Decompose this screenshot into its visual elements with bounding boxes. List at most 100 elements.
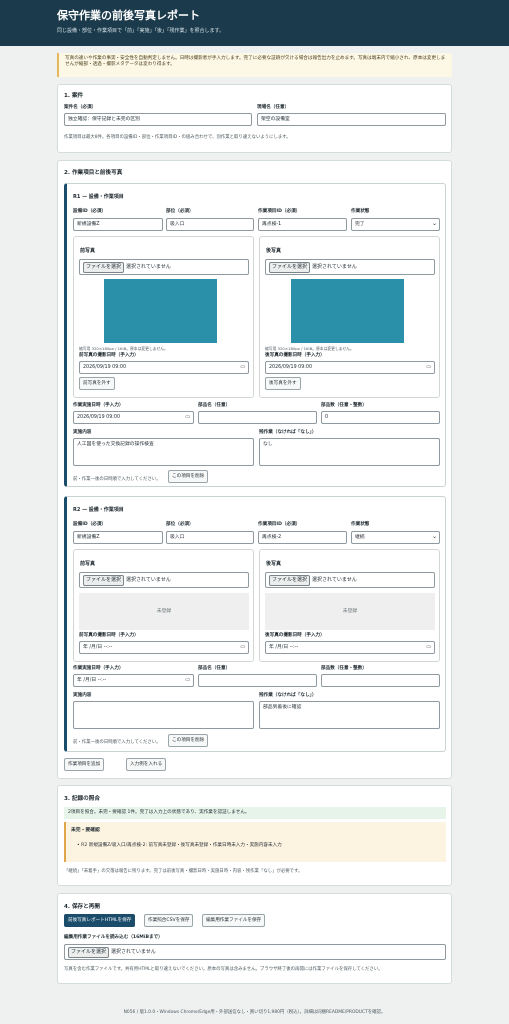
status-select[interactable]: 継続 [351, 531, 440, 544]
items-section: 2. 作業項目と前後写真 R1 — 設備・作業項目 設備ID（必須） 新規設備Z… [57, 160, 452, 779]
parts-name-label: 部品名（任意） [198, 666, 231, 671]
after-date-label: 後写真の撮影日時（手入力） [265, 353, 325, 358]
remove-after-button[interactable]: 後写真を外す [265, 377, 301, 390]
save-csv-button[interactable]: 作業照合CSVを保存 [144, 914, 194, 927]
page-subtitle: 同じ設備・部位・作業項目で「前」「実施」「後」「残作業」を照合します。 [57, 28, 225, 34]
before-date-input[interactable]: 2026/09/19 09:00 [79, 361, 249, 374]
task-input[interactable]: 再点検-2 [258, 531, 347, 544]
choose-file-button[interactable]: ファイルを選択 [83, 575, 125, 586]
work-item-r2: R2 — 設備・作業項目 設備ID（必須） 新規設備Z 部位（必須） 吸入口 作… [64, 496, 446, 752]
choose-file-button[interactable]: ファイルを選択 [68, 947, 110, 958]
part-label: 部位（必須） [166, 522, 194, 527]
status-label: 作業状態 [351, 209, 370, 214]
sample-input-button[interactable]: 入力例を入れる [126, 758, 167, 771]
after-file-input[interactable]: ファイルを選択 選択されていません [265, 259, 435, 275]
after-photo-title: 後写真 [266, 248, 282, 254]
load-file-label: 編集用作業ファイルを読み込む（16MiBまで） [64, 935, 163, 940]
equip-label: 設備ID（必須） [73, 522, 107, 527]
case-name-label: 案件名（必須） [64, 105, 97, 110]
warning-box: 未完・要確認 • R2 新規設備Z/吸入口/再点検-2: 前写真未登録・後写真未… [64, 822, 446, 862]
file-status: 選択されていません [312, 577, 357, 583]
remain-label: 残作業（なければ「なし」） [259, 693, 317, 698]
after-photo-title: 後写真 [266, 561, 282, 567]
before-photo-panel: 前写真 ファイルを選択 選択されていません 未登録 前写真の撮影日時（手入力） 年… [73, 549, 254, 662]
choose-file-button[interactable]: ファイルを選択 [269, 575, 311, 586]
remain-textarea[interactable]: なし [259, 438, 440, 466]
check-summary: 2項目を照合。未完・要確認 1件。完了は入力上の状態であり、実作業を認証しません… [64, 807, 446, 819]
add-item-button[interactable]: 作業項目を追加 [64, 758, 105, 771]
load-file-input[interactable]: ファイルを選択 選択されていません [64, 944, 446, 960]
after-photo-panel: 後写真 ファイルを選択 選択されていません 未登録 後写真の撮影日時（手入力） 年… [259, 549, 440, 662]
before-date-input[interactable]: 年 /月/日 --:-- [79, 641, 249, 654]
before-date-label: 前写真の撮影日時（手入力） [79, 633, 139, 638]
work-date-label: 作業実施日時（手入力） [73, 403, 124, 408]
equip-input[interactable]: 新規設備Z [73, 218, 163, 231]
after-date-input[interactable]: 年 /月/日 --:-- [265, 641, 435, 654]
status-select[interactable]: 完了 [351, 218, 440, 231]
warning-item-text: R2 新規設備Z/吸入口/再点検-2: 前写真未登録・後写真未登録・作業日時未入… [81, 843, 282, 848]
parts-name-label: 部品名（任意） [198, 403, 231, 408]
choose-file-button[interactable]: ファイルを選択 [83, 262, 125, 273]
check-note: 「継続」「未着手」の欠落は報告に残ります。完了は前後写真・撮影日時・実施日時・内… [64, 869, 303, 874]
content-textarea[interactable]: 人工図を使った交換記録の操作検査 [73, 438, 254, 466]
choose-file-button[interactable]: ファイルを選択 [269, 262, 311, 273]
item-footer-note: 前・作業一後の日時順で入力してください。 [73, 477, 161, 482]
after-photo-image [291, 279, 404, 343]
before-photo-title: 前写真 [80, 561, 96, 567]
case-name-input[interactable]: 独立確認：保守記録と未完の区別 [64, 113, 252, 126]
task-label: 作業項目ID（必須） [258, 209, 301, 214]
after-date-input[interactable]: 2026/09/19 09:00 [265, 361, 435, 374]
part-input[interactable]: 吸入口 [166, 218, 254, 231]
content-textarea[interactable] [73, 701, 254, 729]
delete-item-button[interactable]: この項目を削除 [168, 470, 209, 483]
disclaimer-notice: 写真の違いや作業の事実・安全性を自動判定しません。日時は撮影者が手入力します。完… [57, 53, 452, 77]
before-photo-empty: 未登録 [79, 593, 249, 630]
save-section: 4. 保存と再開 前後写真レポートHTMLを保存 作業照合CSVを保存 編集用作… [57, 893, 452, 984]
file-status: 選択されていません [312, 264, 357, 270]
before-photo-image [104, 279, 217, 343]
before-file-input[interactable]: ファイルを選択 選択されていません [79, 259, 249, 275]
part-input[interactable]: 吸入口 [166, 531, 254, 544]
parts-count-label: 部品数（任意・整数） [321, 403, 367, 408]
remain-textarea[interactable]: 部品到着後に確認 [259, 701, 440, 729]
before-file-input[interactable]: ファイルを選択 選択されていません [79, 572, 249, 588]
file-status: 選択されていません [126, 264, 171, 270]
page-footer: N056 / 版1.0.0・Windows Chrome/Edge用・外部送信な… [123, 1010, 386, 1015]
file-status: 選択されていません [126, 577, 171, 583]
parts-count-input[interactable] [321, 674, 440, 687]
before-photo-title: 前写真 [80, 248, 96, 254]
warning-title: 未完・要確認 [71, 828, 100, 833]
after-file-input[interactable]: ファイルを選択 選択されていません [265, 572, 435, 588]
part-label: 部位（必須） [166, 209, 194, 214]
save-report-html-button[interactable]: 前後写真レポートHTMLを保存 [64, 914, 136, 927]
parts-name-input[interactable] [198, 674, 317, 687]
case-section: 1. 案件 案件名（必須） 独立確認：保守記録と未完の区別 現場名（任意） 架空… [57, 84, 452, 153]
parts-count-input[interactable]: 0 [321, 411, 440, 424]
remove-before-button[interactable]: 前写真を外す [79, 377, 115, 390]
items-heading: 2. 作業項目と前後写真 [64, 170, 123, 176]
delete-item-button[interactable]: この項目を削除 [168, 734, 209, 747]
after-photo-panel: 後写真 ファイルを選択 選択されていません 縮写用 320×180px / 1Ki… [259, 236, 440, 398]
save-heading: 4. 保存と再開 [64, 904, 100, 910]
parts-name-input[interactable] [198, 411, 317, 424]
equip-input[interactable]: 新規設備Z [73, 531, 163, 544]
status-label: 作業状態 [351, 522, 370, 527]
check-heading: 3. 記録の照合 [64, 796, 100, 802]
file-status: 選択されていません [111, 949, 156, 955]
site-name-input[interactable]: 架空の設備室 [257, 113, 446, 126]
task-label: 作業項目ID（必須） [258, 522, 301, 527]
check-section: 3. 記録の照合 2項目を照合。未完・要確認 1件。完了は入力上の状態であり、実… [57, 785, 452, 886]
site-name-label: 現場名（任意） [257, 105, 290, 110]
remain-label: 残作業（なければ「なし」） [259, 430, 317, 435]
equip-label: 設備ID（必須） [73, 209, 107, 214]
save-edit-file-button[interactable]: 編集用作業ファイルを保存 [202, 914, 266, 927]
work-item-r1: R1 — 設備・作業項目 設備ID（必須） 新規設備Z 部位（必須） 吸入口 作… [64, 183, 446, 487]
work-date-input[interactable]: 年 /月/日 --:-- [73, 674, 194, 687]
parts-count-label: 部品数（任意・整数） [321, 666, 367, 671]
item-title: R1 — 設備・作業項目 [73, 194, 124, 200]
case-note: 作業項目は最大8件。各項目の設備ID・部位・作業項目ID・の組み合わせで、別作業… [64, 135, 291, 140]
before-date-label: 前写真の撮影日時（手入力） [79, 353, 139, 358]
save-note: 写真を含む作業ファイルです。共有用HTMLと取り違えないでください。原本の写真は… [64, 967, 383, 972]
work-date-input[interactable]: 2026/09/19 09:00 [73, 411, 194, 424]
task-input[interactable]: 再点検-1 [258, 218, 347, 231]
